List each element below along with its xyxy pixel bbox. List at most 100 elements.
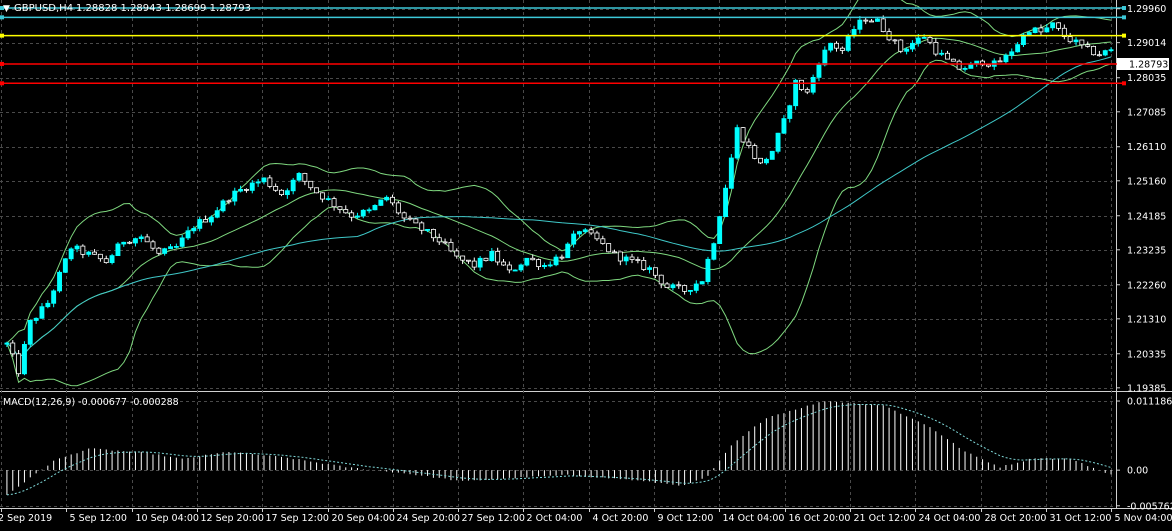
candle-body (455, 251, 459, 256)
candle-body (782, 119, 786, 134)
candle-body (613, 252, 617, 253)
candle-body (893, 40, 897, 41)
candle-body (677, 285, 681, 286)
candle-body (899, 40, 903, 51)
macd-signal-line (7, 405, 1111, 495)
candle-body (1092, 46, 1096, 54)
candle-body (338, 207, 342, 210)
band-middle (7, 38, 1111, 357)
candle-body (116, 244, 120, 256)
candle-body (905, 49, 909, 51)
price-tick-label: 1.22260 (1127, 280, 1166, 291)
candle-body (315, 188, 319, 193)
candle-body (496, 251, 500, 262)
candle-body (1097, 55, 1101, 56)
candle-body (1109, 50, 1113, 51)
candle-body (291, 180, 295, 191)
grid (0, 0, 1116, 508)
price-tick-label: 1.20335 (1127, 349, 1166, 360)
time-tick-label: 5 Nov 04:00 (1115, 513, 1172, 524)
candle-body (577, 232, 581, 234)
time-tick-label: 31 Oct 12:00 (1050, 513, 1112, 524)
candle-body (320, 193, 324, 199)
horizontal-levels[interactable] (0, 6, 1126, 85)
level-handle-right[interactable] (1122, 6, 1126, 10)
candle-body (753, 146, 757, 159)
candle-body (110, 256, 114, 263)
price-tick-label: 1.25160 (1127, 176, 1166, 187)
candle-body (870, 21, 874, 22)
candle-body (204, 220, 208, 223)
candle-body (350, 213, 354, 217)
time-tick-label: 14 Oct 04:00 (723, 513, 785, 524)
candle-body (706, 259, 710, 281)
candle-body (34, 318, 38, 320)
chart-canvas[interactable]: 1.299601.290141.280351.270851.261101.251… (0, 0, 1172, 527)
level-handle-left[interactable] (0, 81, 4, 85)
candle-body (1016, 45, 1020, 52)
candle-body (934, 42, 938, 54)
trading-chart-window: 1.299601.290141.280351.270851.261101.251… (0, 0, 1172, 527)
candle-body (735, 128, 739, 158)
candle-body (157, 248, 161, 253)
time-tick-label: 27 Sep 12:00 (462, 513, 525, 524)
level-handle-left[interactable] (0, 62, 4, 66)
candle-body (648, 268, 652, 270)
candle-body (747, 142, 751, 146)
candle-body (840, 48, 844, 50)
candle-body (811, 77, 815, 92)
candle-body (75, 246, 79, 249)
candle-body (490, 251, 494, 260)
candle-body (817, 65, 821, 78)
moving-average-line (7, 57, 1111, 357)
candle-body (309, 181, 313, 187)
candle-body (303, 173, 307, 181)
candle-body (461, 256, 465, 260)
candle-body (93, 252, 97, 254)
level-handle-right[interactable] (1122, 81, 1126, 85)
candle-body (940, 53, 944, 54)
candle-body (46, 303, 50, 306)
candlesticks[interactable] (5, 15, 1113, 376)
candle-body (618, 252, 622, 261)
chart-menu-icon[interactable]: ▼ (3, 4, 10, 14)
candle-body (63, 259, 67, 273)
candle-body (244, 189, 248, 190)
candle-body (443, 242, 447, 243)
candle-body (297, 173, 301, 180)
candle-body (963, 68, 967, 69)
candle-body (128, 242, 132, 243)
level-handle-left[interactable] (0, 15, 4, 19)
level-handle-left[interactable] (0, 34, 4, 38)
macd-title: MACD(12,26,9) -0.000677 -0.000288 (3, 397, 179, 408)
candle-body (718, 217, 722, 244)
candle-body (274, 186, 278, 190)
candle-body (759, 158, 763, 163)
candle-body (554, 257, 558, 265)
price-tick-label: 1.24185 (1127, 211, 1166, 222)
macd-tick-label: 0.011186 (1127, 397, 1172, 408)
candle-body (180, 238, 184, 247)
candle-body (659, 275, 663, 284)
candle-body (875, 19, 879, 22)
candle-body (221, 201, 225, 211)
candle-body (624, 257, 628, 261)
candle-body (1068, 37, 1072, 42)
candle-body (262, 178, 266, 182)
candle-body (379, 200, 383, 206)
candle-body (542, 265, 546, 266)
level-handle-right[interactable] (1122, 34, 1126, 38)
time-axis[interactable]: 2 Sep 20195 Sep 12:0010 Sep 04:0012 Sep … (0, 508, 1172, 524)
candle-body (344, 210, 348, 213)
price-tick-label: 1.29960 (1127, 4, 1166, 15)
candle-body (671, 285, 675, 288)
level-handle-right[interactable] (1122, 15, 1126, 19)
candle-body (285, 191, 289, 195)
candle-body (40, 307, 44, 319)
current-price-label: 1.28793 (1129, 60, 1168, 71)
price-tick-label: 1.26110 (1127, 142, 1166, 153)
candle-body (192, 228, 196, 230)
candle-body (431, 229, 435, 237)
candle-body (22, 344, 26, 373)
candle-body (1045, 28, 1049, 32)
